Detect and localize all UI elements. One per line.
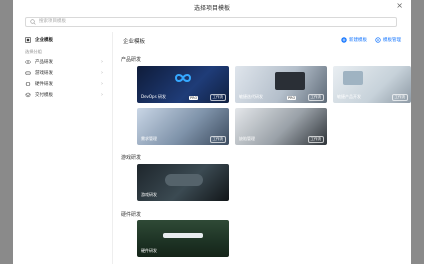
chevron-right-icon: › — [101, 81, 103, 87]
search-placeholder: 搜索项目模板 — [39, 19, 66, 24]
template-card-game[interactable]: 游戏研发 — [137, 164, 229, 201]
workflow-tag: 工作流 — [391, 94, 408, 101]
sidebar-item-label: 游戏研发 — [35, 71, 53, 76]
pro-badge: PRO — [189, 96, 199, 100]
chevron-right-icon: › — [101, 59, 103, 65]
card-label: 缺陷管理 — [239, 136, 255, 141]
search-icon — [30, 19, 36, 25]
sidebar-item-label: 企业模板 — [35, 38, 53, 43]
sidebar-item-enterprise[interactable]: 企业模板 — [25, 36, 53, 44]
section-title-game: 游戏研发 — [121, 155, 142, 161]
sidebar-item-game[interactable]: 游戏研发 › — [25, 69, 109, 77]
close-icon[interactable]: × — [396, 1, 403, 11]
new-template-button[interactable]: 新建模板 — [341, 37, 367, 43]
template-actions: 新建模板 模板管理 — [341, 37, 401, 43]
gear-icon — [375, 37, 381, 43]
template-card-requirements[interactable]: 需求管理 工作流 — [137, 108, 229, 145]
dialog-title: 选择项目模板 — [193, 5, 230, 12]
drone-image — [163, 233, 203, 238]
template-card-devops[interactable]: DevOps 研发 PRO 工作流 — [137, 66, 229, 103]
card-label: 敏捷产品开发 — [337, 94, 361, 99]
workflow-tag: 工作流 — [209, 94, 226, 101]
chip-icon — [25, 82, 31, 86]
template-dialog: 选择项目模板 × 搜索项目模板 企业模板 选择分组 产品研发 › 游戏研发 › … — [13, 0, 411, 264]
sidebar-item-delivery[interactable]: 交付模板 › — [25, 91, 109, 99]
section-title-product: 产品研发 — [121, 57, 142, 63]
card-label: 敏捷迭代研发 — [239, 94, 263, 99]
infinity-icon — [174, 74, 192, 82]
chevron-right-icon: › — [101, 70, 103, 76]
section-title-hardware: 硬件研发 — [121, 212, 142, 218]
card-label: DevOps 研发 — [141, 94, 166, 99]
main-panel: 企业模板 新建模板 模板管理 产品研发 DevOps 研发 PRO 工作流 敏捷… — [121, 32, 411, 264]
template-icon — [25, 37, 31, 43]
workflow-tag: 工作流 — [307, 94, 324, 101]
card-label: 需求管理 — [141, 136, 157, 141]
page-title: 企业模板 — [123, 39, 146, 45]
search-input[interactable]: 搜索项目模板 — [25, 17, 397, 27]
whiteboard-image — [343, 71, 363, 85]
template-card-agile-product[interactable]: 敏捷产品开发 工作流 — [333, 66, 411, 103]
workflow-tag: 工作流 — [307, 136, 324, 143]
template-card-agile-iteration[interactable]: 敏捷迭代研发 PRO 工作流 — [235, 66, 327, 103]
sidebar-group-label: 选择分组 — [25, 49, 42, 54]
sidebar-item-label: 硬件研发 — [35, 82, 53, 87]
card-label: 硬件研发 — [141, 248, 157, 253]
sidebar-item-label: 交付模板 — [35, 93, 53, 98]
sidebar-item-product[interactable]: 产品研发 › — [25, 58, 109, 66]
controller-image — [165, 174, 203, 186]
template-card-hardware[interactable]: 硬件研发 — [137, 220, 229, 257]
chevron-right-icon: › — [101, 92, 103, 98]
new-template-label: 新建模板 — [349, 38, 367, 43]
layers-icon — [25, 92, 31, 98]
workflow-tag: 工作流 — [209, 136, 226, 143]
laptop-image — [275, 72, 305, 90]
sidebar: 企业模板 选择分组 产品研发 › 游戏研发 › 硬件研发 › 交付模板 › — [13, 32, 113, 264]
template-card-defects[interactable]: 缺陷管理 工作流 — [235, 108, 327, 145]
plus-circle-icon — [341, 37, 347, 43]
eye-icon — [25, 60, 31, 64]
card-label: 游戏研发 — [141, 192, 157, 197]
manage-template-label: 模板管理 — [383, 38, 401, 43]
gamepad-icon — [25, 71, 31, 75]
sidebar-item-label: 产品研发 — [35, 60, 53, 65]
pro-badge: PRO — [287, 96, 297, 100]
manage-template-button[interactable]: 模板管理 — [375, 37, 401, 43]
sidebar-item-hardware[interactable]: 硬件研发 › — [25, 80, 109, 88]
